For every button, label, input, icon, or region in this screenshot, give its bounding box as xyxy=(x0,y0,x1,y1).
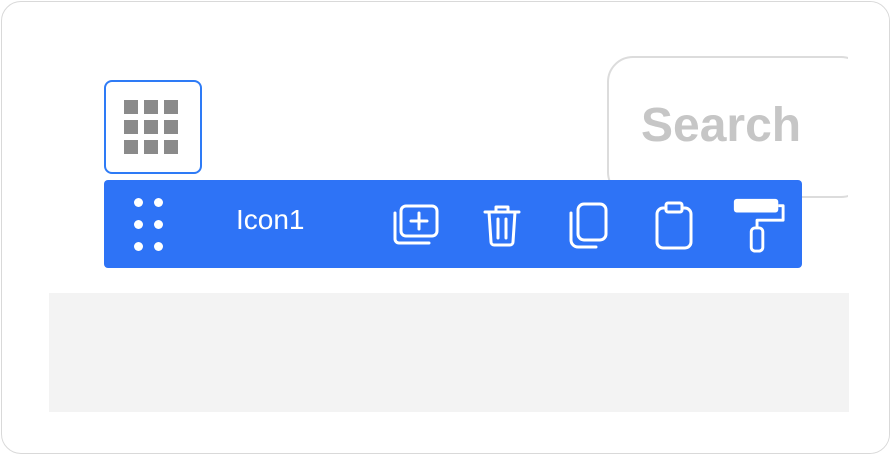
add-layer-button[interactable] xyxy=(388,200,444,250)
search-field[interactable]: Search xyxy=(607,56,867,198)
canvas-edge xyxy=(848,2,889,453)
add-layer-icon xyxy=(393,204,439,245)
style-button[interactable] xyxy=(730,198,786,253)
content-panel xyxy=(49,293,849,412)
clipboard-icon xyxy=(655,201,693,250)
trash-icon xyxy=(483,205,521,247)
duplicate-button[interactable] xyxy=(560,200,616,250)
selected-icon-block[interactable] xyxy=(104,80,202,174)
block-toolbar: Icon1 xyxy=(104,180,802,268)
paint-roller-icon xyxy=(733,198,785,253)
copy-icon xyxy=(569,202,608,249)
canvas-card: Search Icon1 xyxy=(1,1,890,454)
block-name-label: Icon1 xyxy=(236,204,305,235)
paste-button[interactable] xyxy=(646,200,702,250)
grid-icon xyxy=(124,100,178,154)
drag-dots-icon[interactable] xyxy=(134,198,164,252)
delete-button[interactable] xyxy=(474,200,530,250)
search-placeholder: Search xyxy=(641,99,802,152)
